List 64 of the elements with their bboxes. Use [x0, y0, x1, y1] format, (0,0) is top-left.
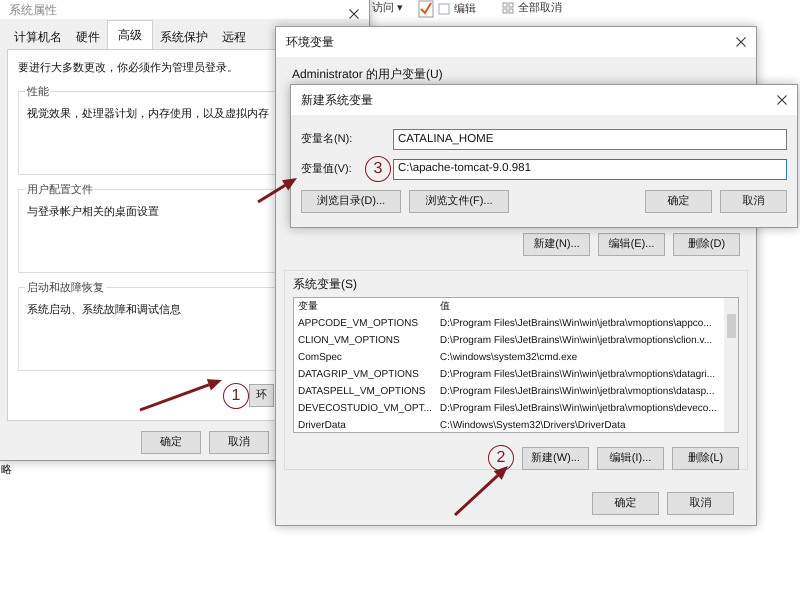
dialog-button[interactable]: 取消 — [667, 492, 734, 515]
section-label: 系统变量(S) — [293, 276, 358, 293]
window-title: 环境变量 — [286, 34, 334, 51]
tab[interactable]: 硬件 — [69, 24, 107, 49]
dialog-button[interactable]: 新建(W)... — [522, 446, 589, 470]
table-cell-text: DEVECOSTUDIO_VM_OPT... — [297, 402, 433, 416]
table-cell-text: DATAGRIP_VM_OPTIONS — [297, 368, 420, 382]
dialog-button[interactable]: 取消 — [720, 190, 787, 213]
window-title: 系统属性 — [9, 2, 57, 19]
dialog-button[interactable]: 浏览目录(D)... — [301, 190, 401, 213]
table-cell-text: DriverData — [297, 419, 347, 432]
dialog-button[interactable]: 确定 — [592, 492, 659, 515]
dialog-button[interactable]: 新建(N)... — [523, 233, 590, 256]
table-cell-text: ComSpec — [297, 351, 343, 365]
grid-icon — [502, 2, 514, 14]
tab[interactable]: 远程 — [215, 24, 253, 49]
table-cell-text: C:\windows\system32\cmd.exe — [438, 351, 578, 365]
step-number-marker: 3 — [365, 156, 391, 182]
group-description: 视觉效果，处理器计划，内存使用，以及虚拟内存 — [27, 106, 269, 122]
scrollbar[interactable] — [724, 298, 738, 432]
column-header[interactable]: 变量 — [294, 298, 436, 315]
close-icon[interactable] — [777, 95, 787, 105]
group-description: 与登录帐户相关的桌面设置 — [27, 204, 159, 220]
table-cell-text: D:\Program Files\JetBrains\Win\win\jetbra\vmoptions\datagri... — [438, 368, 716, 382]
table-cell-text: D:\Program Files\JetBrains\Win\win\jetbra\vmoptions\datasp... — [438, 385, 716, 399]
close-icon[interactable] — [349, 9, 359, 19]
side-text: 略 — [1, 463, 12, 478]
close-icon[interactable] — [736, 37, 746, 47]
dialog-button[interactable]: 确定 — [645, 190, 712, 213]
dialog-button[interactable]: 浏览文件(F)... — [409, 190, 509, 213]
text-field[interactable]: CATALINA_HOME — [393, 129, 787, 150]
environment-variables-button[interactable]: 环 — [249, 384, 274, 407]
dialog-button[interactable]: 编辑(I)... — [597, 446, 664, 470]
table-cell-text: C:\Windows\System32\Drivers\DriverData — [438, 419, 627, 432]
scrollbar-thumb[interactable] — [726, 314, 736, 338]
group-description: 系统启动、系统故障和调试信息 — [27, 302, 181, 318]
field-label: 变量名(N): — [301, 132, 354, 148]
section-label: Administrator 的用户变量(U) — [292, 66, 444, 83]
document-icon — [438, 3, 450, 15]
table-cell-text: CLION_VM_OPTIONS — [297, 334, 401, 348]
column-header[interactable]: 值 — [436, 298, 724, 315]
field-label: 变量值(V): — [301, 162, 353, 177]
ribbon-item[interactable]: 访问 ▾ — [372, 0, 404, 16]
text-field[interactable]: C:\apache-tomcat-9.0.981 — [393, 158, 787, 180]
dialog-button[interactable]: 删除(D) — [673, 233, 740, 256]
dialog-button[interactable]: 取消 — [209, 431, 269, 454]
dialog-button[interactable]: 删除(L) — [672, 446, 739, 470]
notice-text: 要进行大多数更改，你必须作为管理员登录。 — [18, 60, 238, 76]
dialog-button[interactable]: 确定 — [141, 431, 201, 454]
tab[interactable]: 系统保护 — [153, 24, 215, 49]
arrow — [257, 178, 297, 204]
tab[interactable]: 高级 — [107, 20, 153, 49]
ribbon-item[interactable]: 全部取消 — [518, 0, 562, 16]
ribbon-item[interactable]: 编辑 — [454, 0, 476, 18]
table-cell-text: DATASPELL_VM_OPTIONS — [297, 385, 426, 399]
table-cell-text: APPCODE_VM_OPTIONS — [297, 317, 420, 331]
dialog-button[interactable]: 编辑(E)... — [598, 233, 665, 256]
window-title: 新建系统变量 — [301, 92, 373, 109]
table-cell-text: D:\Program Files\JetBrains\Win\win\jetbra\vmoptions\clion.v... — [438, 334, 714, 348]
checkbox-icon[interactable] — [418, 0, 434, 18]
arrow — [454, 466, 508, 516]
table-cell-text: D:\Program Files\JetBrains\Win\win\jetbra\vmoptions\deveco... — [438, 402, 718, 416]
table-cell-text: D:\Program Files\JetBrains\Win\win\jetbra\vmoptions\appco... — [438, 317, 713, 331]
tab[interactable]: 计算机名 — [7, 24, 69, 49]
